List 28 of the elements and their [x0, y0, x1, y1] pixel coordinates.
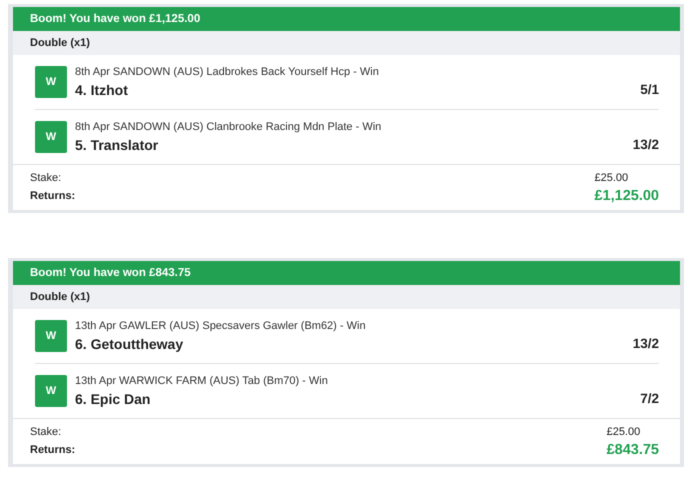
event-name: 8th Apr SANDOWN (AUS) Clanbrooke Racing Mdn Plate - Win: [75, 121, 382, 133]
returns-label: Returns:: [30, 190, 76, 202]
result-badge: W: [35, 121, 67, 153]
odds: 7/2: [640, 391, 659, 406]
win-banner: Boom! You have won £843.75: [13, 261, 680, 285]
bet-type-header: Double (x1): [13, 285, 680, 309]
odds: 13/2: [632, 336, 659, 351]
odds: 5/1: [640, 82, 659, 97]
stake-label: Stake:: [30, 426, 62, 438]
selection-name: 5. Translator: [75, 137, 160, 153]
returns-label: Returns:: [30, 444, 76, 456]
stake-value: £25.00: [594, 172, 630, 184]
win-banner: Boom! You have won £1,125.00: [13, 7, 680, 31]
event-name: 8th Apr SANDOWN (AUS) Ladbrokes Back Yourself Hcp - Win: [75, 66, 380, 78]
event-name: 13th Apr GAWLER (AUS) Specsavers Gawler (Bm62) - Win: [75, 320, 367, 332]
bet-type-header: Double (x1): [13, 31, 680, 55]
result-badge: W: [35, 66, 67, 98]
returns-value: £843.75: [606, 442, 659, 458]
event-name: 13th Apr WARWICK FARM (AUS) Tab (Bm70) - Win: [75, 375, 329, 387]
result-badge: W: [35, 375, 67, 407]
returns-value: £1,125.00: [594, 188, 659, 204]
odds: 13/2: [632, 137, 659, 152]
selection-name: 6. Getouttheway: [75, 336, 184, 352]
stake-value: £25.00: [606, 426, 642, 438]
selection-name: 6. Epic Dan: [75, 391, 152, 407]
selection-name: 4. Itzhot: [75, 82, 129, 98]
stake-label: Stake:: [30, 172, 62, 184]
result-badge: W: [35, 320, 67, 352]
